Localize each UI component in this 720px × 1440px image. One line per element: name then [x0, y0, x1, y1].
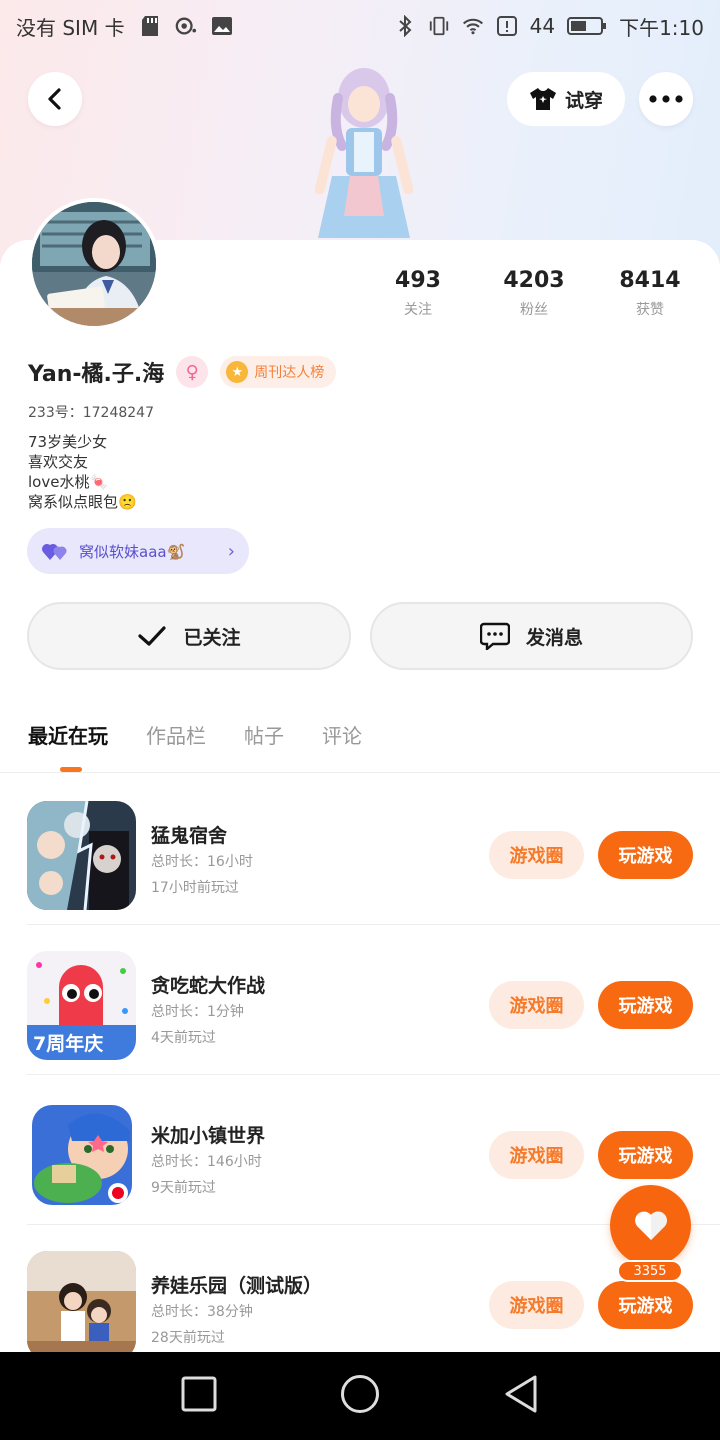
- avatar-3d-character: [298, 58, 428, 242]
- more-options-button[interactable]: [639, 72, 693, 126]
- star-icon: ★: [226, 361, 249, 383]
- tab-works[interactable]: 作品栏: [146, 720, 206, 749]
- cp-name: 窝似软妹aaa🐒: [79, 542, 186, 561]
- game-last-played: 4天前玩过: [151, 1030, 216, 1046]
- game-row[interactable]: 猛鬼宿舍 总时长：16小时 17小时前玩过 游戏圈 玩游戏: [0, 775, 720, 925]
- circle-icon: [340, 1375, 379, 1413]
- home-button[interactable]: [340, 1374, 380, 1418]
- image-icon: [211, 15, 233, 37]
- stat-value: 8414: [619, 268, 681, 293]
- tab-recently-played[interactable]: 最近在玩: [28, 720, 108, 749]
- send-message-button[interactable]: 发消息: [370, 602, 693, 670]
- tab-comments[interactable]: 评论: [322, 720, 362, 749]
- status-bar: 没有 SIM 卡 44 下午1:10: [0, 0, 720, 52]
- game-icon-haunted-dorm: [27, 801, 136, 910]
- battery-icon: [567, 15, 607, 37]
- user-avatar[interactable]: [28, 198, 160, 330]
- profile-tabs: 最近在玩 作品栏 帖子 评论: [28, 720, 362, 749]
- try-on-button[interactable]: 试穿: [507, 72, 625, 126]
- game-row[interactable]: 米加小镇世界 总时长：146小时 9天前玩过 游戏圈 玩游戏: [0, 1075, 720, 1225]
- game-name: 贪吃蛇大作战: [151, 975, 266, 997]
- profile-stats: 493 关注 4203 粉丝 8414 获赞: [360, 268, 720, 319]
- system-navigation-bar: [0, 1352, 720, 1440]
- chat-bubble-icon: [479, 622, 510, 650]
- stat-following[interactable]: 493 关注: [360, 268, 476, 319]
- bio-line: 窝系似点眼包🙁: [28, 493, 137, 511]
- user-bio: 73岁美少女 喜欢交友 love水桃🍬 窝系似点眼包🙁: [28, 432, 137, 512]
- game-total-time: 总时长：38分钟: [151, 1304, 253, 1320]
- game-name: 米加小镇世界: [151, 1125, 266, 1147]
- cp-relationship-pill[interactable]: 窝似软妹aaa🐒 ›: [27, 528, 249, 574]
- game-name: 养娃乐园（测试版）: [151, 1275, 323, 1297]
- divider: [0, 772, 720, 773]
- wifi-icon: [462, 15, 484, 37]
- square-icon: [181, 1376, 217, 1412]
- alert-icon: [496, 15, 518, 37]
- game-circle-button[interactable]: 游戏圈: [489, 1281, 584, 1329]
- bio-line: love水桃🍬: [28, 473, 109, 491]
- user-name: Yan-橘.子.海: [28, 362, 165, 387]
- tshirt-icon: [529, 88, 556, 110]
- hotspot-icon: [175, 15, 197, 37]
- vibrate-icon: [428, 15, 450, 37]
- stat-label: 关注: [404, 302, 432, 318]
- battery-level-text: 44: [529, 14, 556, 38]
- weekly-rank-label: 周刊达人榜: [254, 365, 325, 381]
- like-count-badge: 3355: [617, 1260, 683, 1282]
- followed-label: 已关注: [183, 626, 241, 649]
- game-last-played: 28天前玩过: [151, 1330, 225, 1346]
- stat-followers[interactable]: 4203 粉丝: [476, 268, 592, 319]
- name-row: Yan-橘.子.海 ♀ ★ 周刊达人榜: [28, 356, 337, 388]
- game-icon-miga-town: [32, 1105, 132, 1205]
- checkmark-icon: [138, 626, 167, 646]
- clock-text: 下午1:10: [619, 15, 704, 40]
- more-dots-icon: [649, 95, 683, 103]
- back-nav-button[interactable]: [503, 1374, 539, 1418]
- weekly-rank-badge[interactable]: ★ 周刊达人榜: [220, 356, 337, 388]
- bio-line: 73岁美少女: [28, 433, 108, 451]
- play-game-button[interactable]: 玩游戏: [598, 1131, 693, 1179]
- game-total-time: 总时长：146小时: [151, 1154, 262, 1170]
- double-heart-icon: [42, 544, 67, 560]
- game-icon-snake: 7周年庆: [27, 951, 136, 1060]
- stat-label: 粉丝: [520, 302, 548, 318]
- heart-icon: [634, 1211, 667, 1240]
- game-last-played: 17小时前玩过: [151, 880, 239, 896]
- game-icon-caption: 7周年庆: [33, 1033, 104, 1055]
- stat-value: 4203: [503, 268, 565, 293]
- play-game-button[interactable]: 玩游戏: [598, 981, 693, 1029]
- stat-value: 493: [395, 268, 441, 293]
- play-game-button[interactable]: 玩游戏: [598, 1281, 693, 1329]
- game-circle-button[interactable]: 游戏圈: [489, 831, 584, 879]
- game-last-played: 9天前玩过: [151, 1180, 216, 1196]
- stat-label: 获赞: [636, 302, 664, 318]
- try-on-label: 试穿: [564, 89, 603, 112]
- game-total-time: 总时长：16小时: [151, 854, 253, 870]
- sd-card-icon: [139, 15, 161, 37]
- recents-button[interactable]: [181, 1376, 217, 1416]
- carrier-text: 没有 SIM 卡: [16, 15, 125, 40]
- like-fab-button[interactable]: [610, 1185, 691, 1266]
- game-icon-baby-paradise: [27, 1251, 136, 1360]
- tab-posts[interactable]: 帖子: [244, 720, 284, 749]
- triangle-back-icon: [505, 1375, 537, 1413]
- game-name: 猛鬼宿舍: [151, 825, 228, 847]
- play-game-button[interactable]: 玩游戏: [598, 831, 693, 879]
- game-circle-button[interactable]: 游戏圈: [489, 1131, 584, 1179]
- chevron-right-icon: ›: [227, 540, 235, 562]
- game-circle-button[interactable]: 游戏圈: [489, 981, 584, 1029]
- game-row[interactable]: 7周年庆 贪吃蛇大作战 总时长：1分钟 4天前玩过 游戏圈 玩游戏: [0, 925, 720, 1075]
- female-icon: ♀: [176, 356, 209, 388]
- bluetooth-icon: [394, 15, 416, 37]
- user-id: 233号：17248247: [28, 405, 154, 421]
- followed-button[interactable]: 已关注: [27, 602, 351, 670]
- send-message-label: 发消息: [525, 626, 583, 649]
- stat-likes[interactable]: 8414 获赞: [592, 268, 708, 319]
- bio-line: 喜欢交友: [28, 453, 89, 471]
- back-button[interactable]: [28, 72, 82, 126]
- game-total-time: 总时长：1分钟: [151, 1004, 244, 1020]
- chevron-left-icon: [48, 88, 61, 110]
